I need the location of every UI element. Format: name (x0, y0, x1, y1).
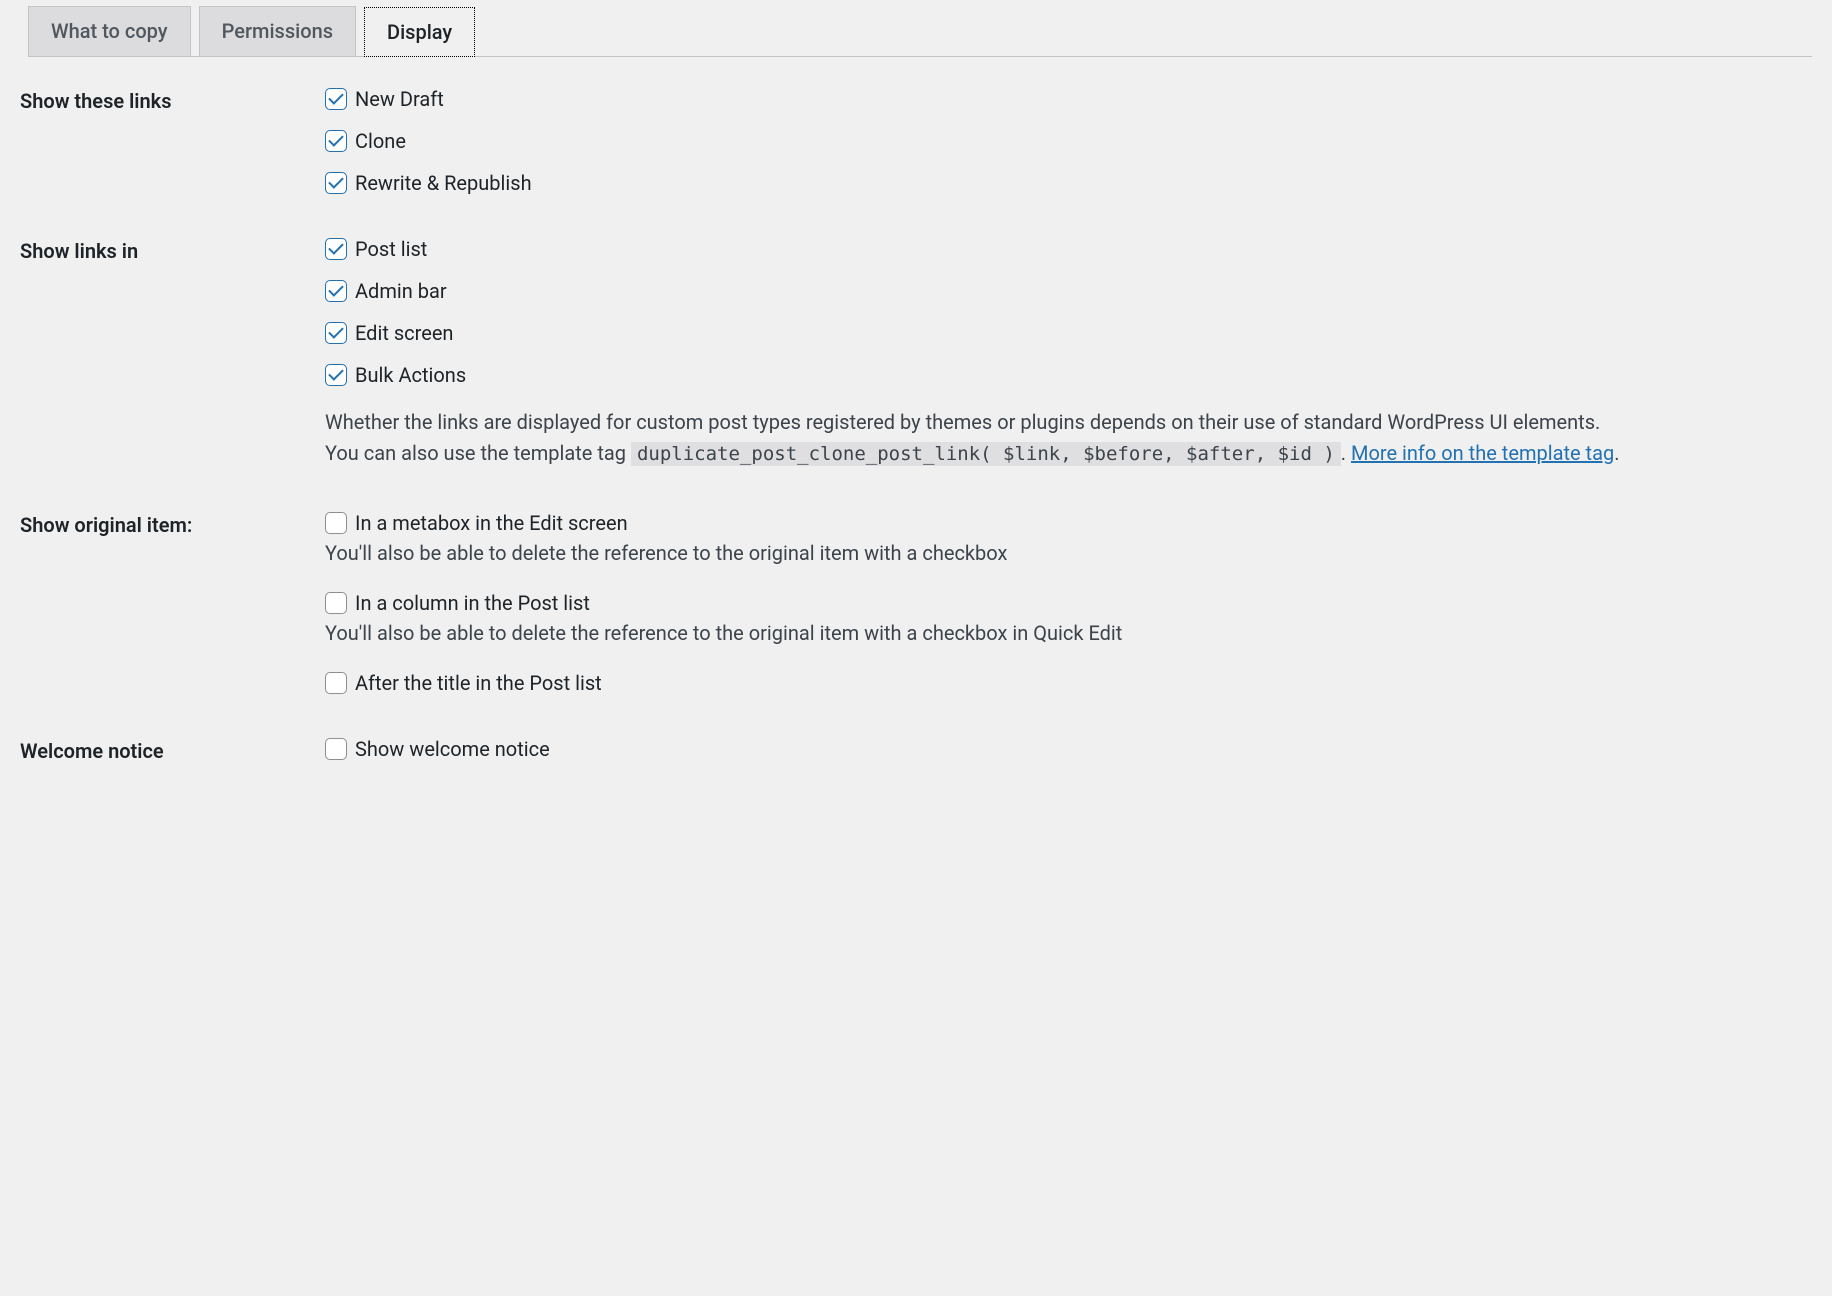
label-show-links: Show these links (20, 87, 325, 113)
row-show-links-in: Show links in Post list Admin bar Edit s… (20, 237, 1812, 469)
checkbox-rewrite-republish[interactable] (325, 172, 347, 194)
desc-line2-post: . (1614, 441, 1619, 465)
checkbox-welcome-notice[interactable] (325, 738, 347, 760)
row-welcome-notice: Welcome notice Show welcome notice (20, 737, 1812, 763)
checkbox-post-list[interactable] (325, 238, 347, 260)
checkbox-label-after-title[interactable]: After the title in the Post list (355, 671, 602, 695)
checkbox-metabox-edit-screen[interactable] (325, 512, 347, 534)
template-tag-link[interactable]: More info on the template tag (1351, 441, 1614, 465)
desc-line1: Whether the links are displayed for cust… (325, 410, 1600, 434)
tab-permissions[interactable]: Permissions (199, 6, 356, 56)
checkbox-column-post-list[interactable] (325, 592, 347, 614)
checkbox-label-metabox-edit-screen[interactable]: In a metabox in the Edit screen (355, 511, 628, 535)
desc-line2-mid: . (1341, 441, 1351, 465)
label-show-original: Show original item: (20, 511, 325, 537)
desc-line2-pre: You can also use the template tag (325, 441, 631, 465)
sub-desc-metabox: You'll also be able to delete the refere… (325, 541, 1812, 565)
checkbox-label-new-draft[interactable]: New Draft (355, 87, 444, 111)
checkbox-clone[interactable] (325, 130, 347, 152)
label-show-links-in: Show links in (20, 237, 325, 263)
checkbox-bulk-actions[interactable] (325, 364, 347, 386)
checkbox-label-admin-bar[interactable]: Admin bar (355, 279, 447, 303)
row-show-original: Show original item: In a metabox in the … (20, 511, 1812, 695)
label-welcome-notice: Welcome notice (20, 737, 325, 763)
checkbox-label-rewrite-republish[interactable]: Rewrite & Republish (355, 171, 532, 195)
tab-display[interactable]: Display (364, 7, 475, 57)
checkbox-label-edit-screen[interactable]: Edit screen (355, 321, 453, 345)
checkbox-edit-screen[interactable] (325, 322, 347, 344)
checkbox-label-clone[interactable]: Clone (355, 129, 406, 153)
checkbox-label-welcome-notice[interactable]: Show welcome notice (355, 737, 550, 761)
tab-what-to-copy[interactable]: What to copy (28, 6, 191, 56)
checkbox-label-post-list[interactable]: Post list (355, 237, 427, 261)
checkbox-new-draft[interactable] (325, 88, 347, 110)
tabs-nav: What to copy Permissions Display (28, 0, 1812, 57)
show-links-in-description: Whether the links are displayed for cust… (325, 407, 1812, 469)
checkbox-after-title[interactable] (325, 672, 347, 694)
row-show-links: Show these links New Draft Clone Rewrite… (20, 87, 1812, 195)
checkbox-admin-bar[interactable] (325, 280, 347, 302)
checkbox-label-bulk-actions[interactable]: Bulk Actions (355, 363, 466, 387)
desc-code: duplicate_post_clone_post_link( $link, $… (631, 442, 1341, 466)
sub-desc-column: You'll also be able to delete the refere… (325, 621, 1812, 645)
checkbox-label-column-post-list[interactable]: In a column in the Post list (355, 591, 590, 615)
